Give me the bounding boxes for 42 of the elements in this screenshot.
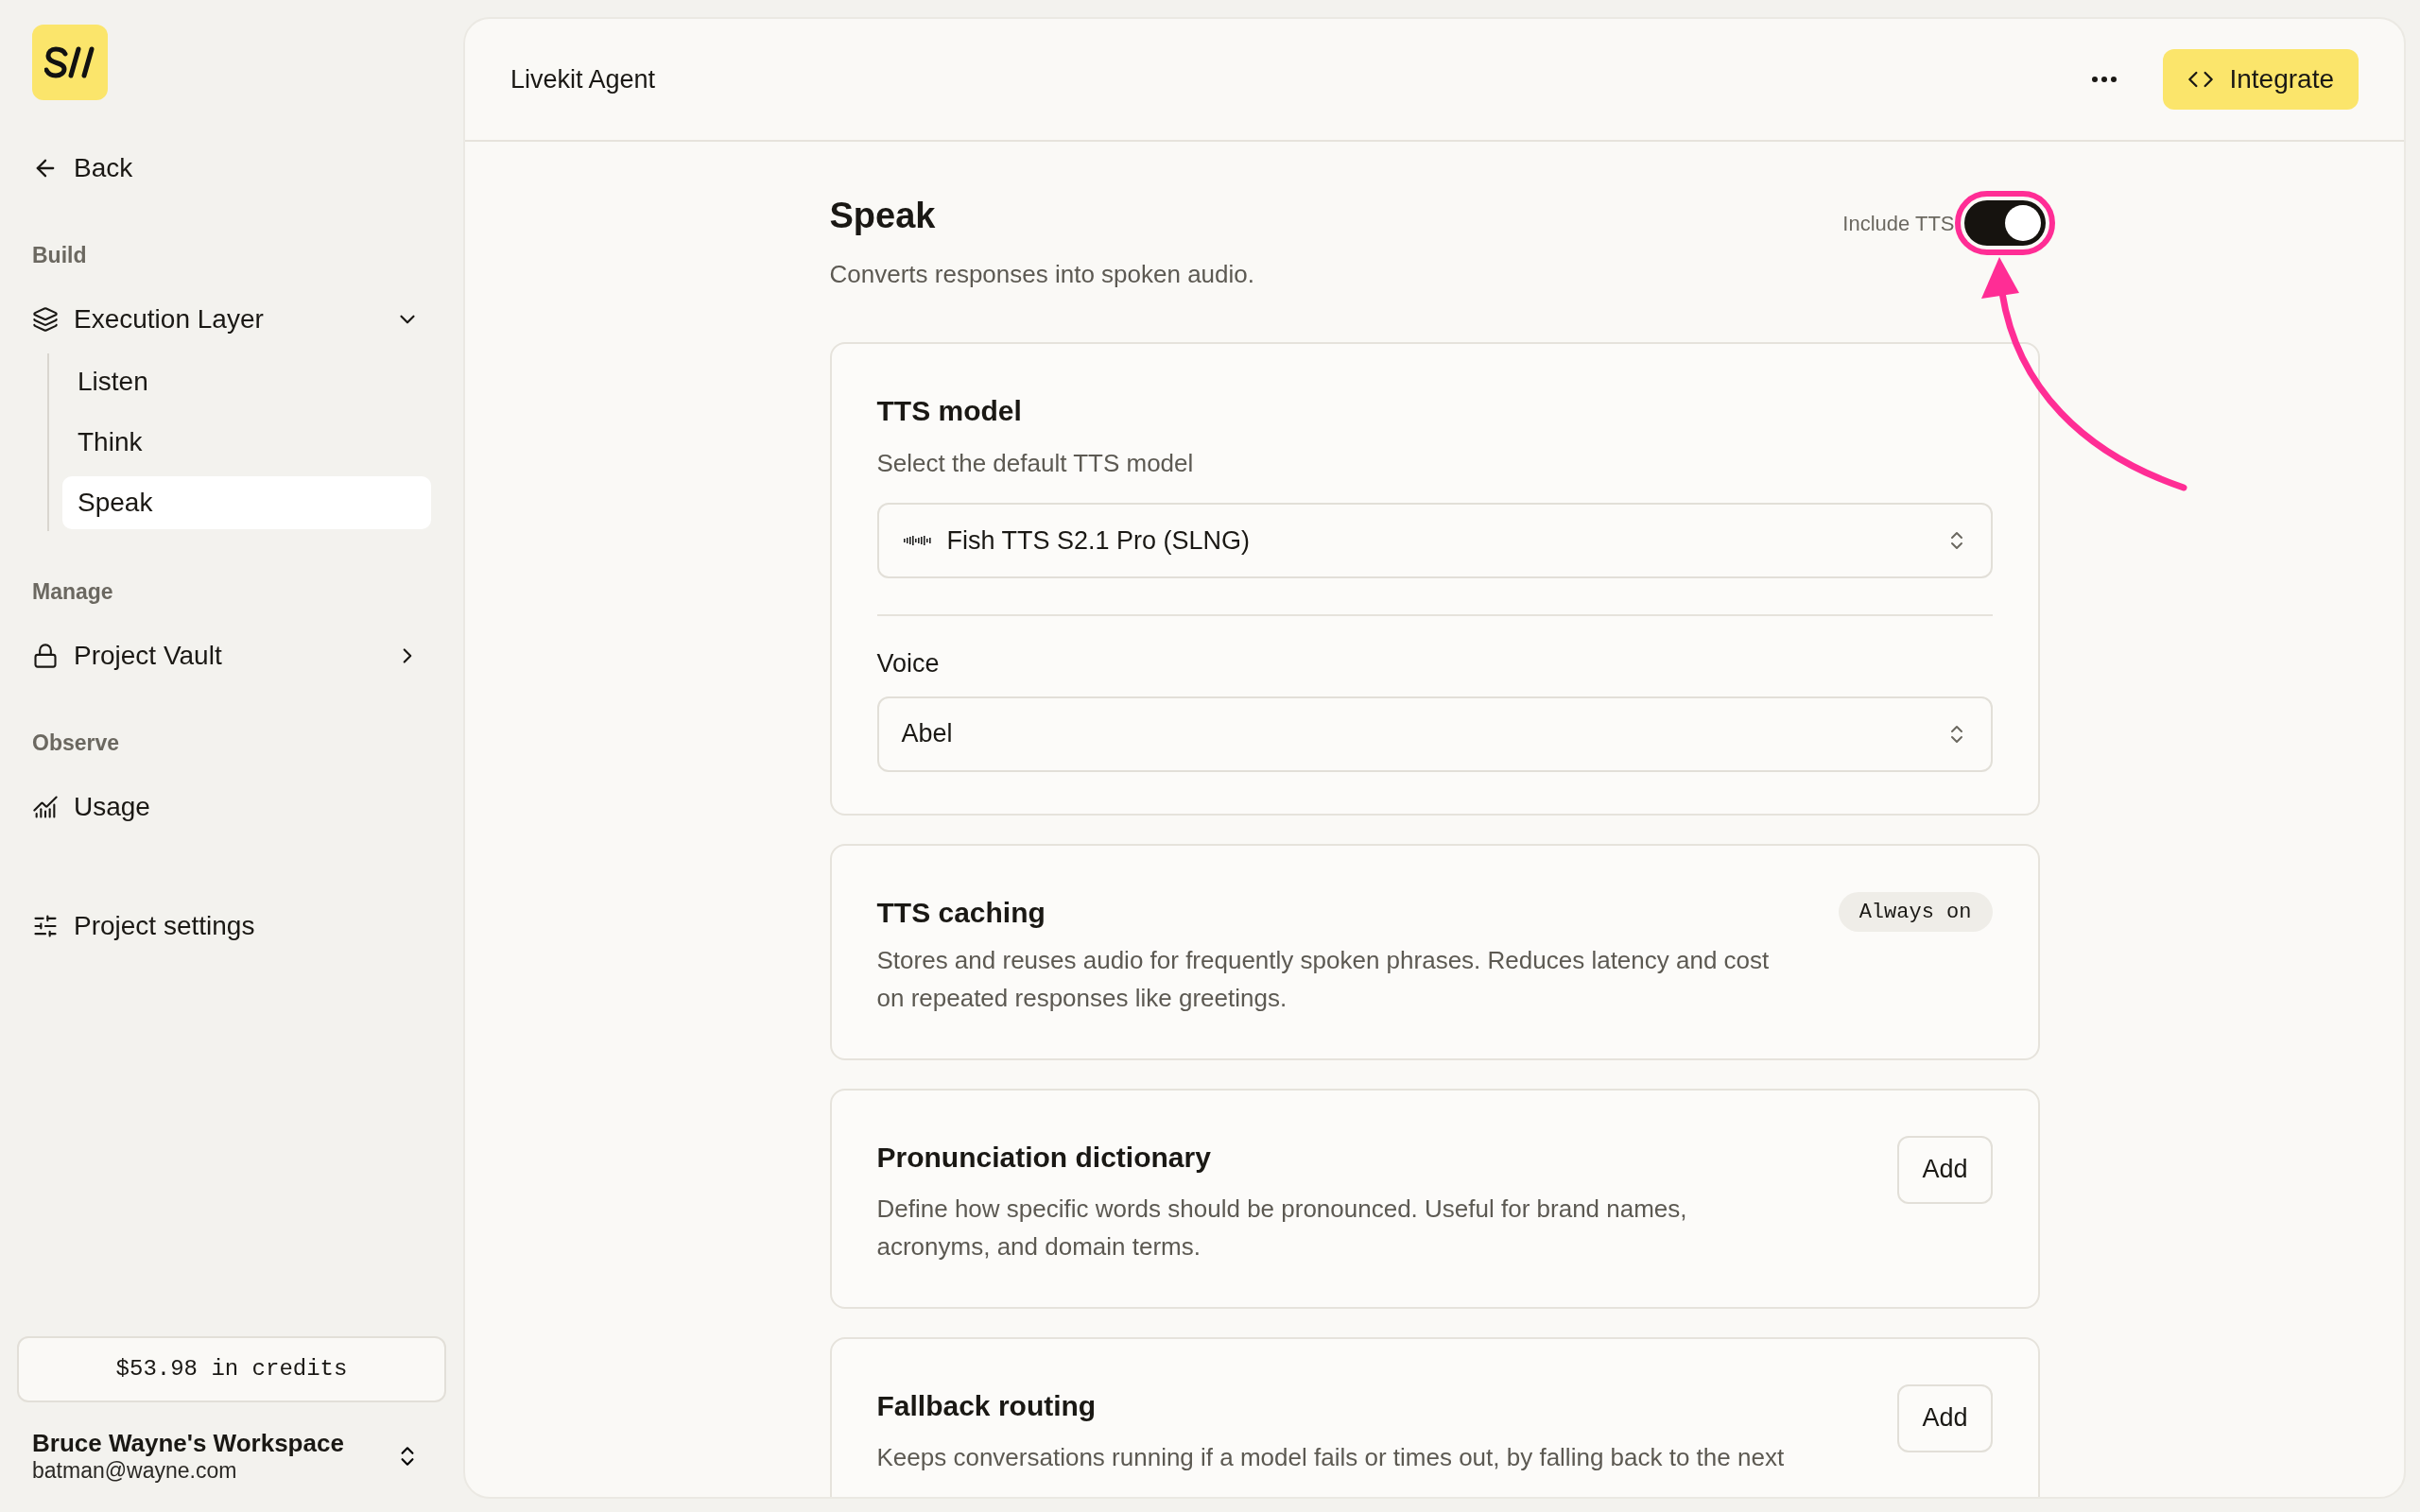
card-description: Define how specific words should be pronounced. Useful for brand names, acronyms, and domain terms.	[876, 1193, 1688, 1263]
lock-icon	[32, 643, 59, 669]
include-tts-toggle[interactable]	[1963, 200, 2046, 246]
settings-icon	[32, 913, 59, 939]
more-icon	[2092, 77, 2118, 82]
status-badge: Always on	[1838, 892, 1993, 932]
card-description: Keeps conversations running if a model fails or times out, by falling back to the next	[876, 1441, 1785, 1473]
integrate-button[interactable]: Integrate	[2163, 49, 2359, 110]
nav-item[interactable]: Project Vault	[32, 629, 431, 682]
workspace-switcher[interactable]: Bruce Wayne's Workspace batman@wayne.com	[32, 1429, 431, 1484]
nav-item[interactable]: Execution Layer	[32, 293, 431, 346]
section-heading: Observe	[32, 729, 121, 757]
add-button[interactable]: Add	[1897, 1383, 1993, 1452]
section-heading: Manage	[32, 577, 114, 606]
voice-select[interactable]: Abel	[876, 696, 1993, 772]
layers-icon	[32, 306, 59, 333]
credits-box: $53.98 in credits	[17, 1336, 446, 1402]
logo-icon	[44, 46, 95, 78]
nav-item[interactable]: Project settings	[32, 900, 431, 953]
workspace-name: Bruce Wayne's Workspace	[32, 1429, 345, 1457]
nav-subitem[interactable]: Speak	[62, 476, 431, 529]
section-heading: Build	[32, 241, 88, 269]
card-title: Pronunciation dictionary	[876, 1140, 1212, 1175]
nav-item[interactable]: Usage	[32, 781, 431, 833]
workspace-email: batman@wayne.com	[32, 1457, 238, 1484]
model-select[interactable]: Fish TTS S2.1 Pro (SLNG)	[876, 503, 1993, 578]
back-link[interactable]: Back	[32, 142, 431, 195]
nav-subitem[interactable]: Think	[62, 416, 431, 469]
card-title: TTS model	[876, 394, 1023, 428]
waveform-icon	[901, 534, 934, 547]
nav-subitem[interactable]: Listen	[62, 355, 431, 408]
add-button[interactable]: Add	[1897, 1135, 1993, 1204]
page-title: Speak	[829, 195, 937, 237]
card-subtitle: Select the default TTS model	[876, 448, 1195, 479]
field-label: Voice	[876, 648, 941, 679]
chart-icon	[32, 794, 59, 820]
card-title: Fallback routing	[876, 1388, 1098, 1423]
page-subtitle: Converts responses into spoken audio.	[829, 259, 1254, 290]
card-title: TTS caching	[876, 895, 1046, 930]
card-description: Stores and reuses audio for frequently spoken phrases. Reduces latency and cost on repeated responses like greetings.	[876, 944, 1771, 1014]
page-header-title: Livekit Agent	[510, 63, 657, 95]
toggle-label: Include TTS	[1842, 210, 1955, 237]
